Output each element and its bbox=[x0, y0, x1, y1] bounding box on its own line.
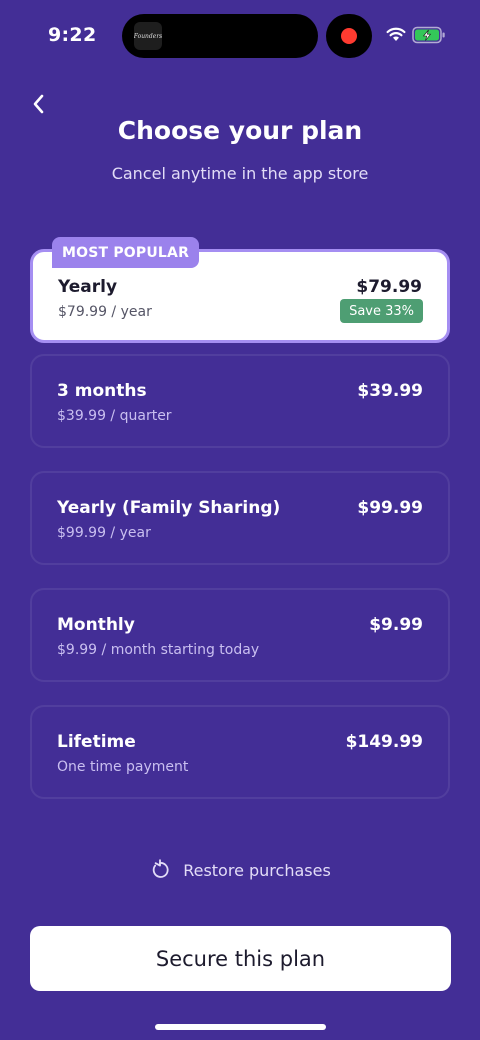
battery-charging-icon bbox=[412, 26, 445, 44]
plan-name: 3 months bbox=[57, 381, 147, 401]
dynamic-island: Founders bbox=[122, 14, 318, 58]
restore-purchases-label: Restore purchases bbox=[183, 860, 331, 880]
plan-detail: One time payment bbox=[57, 759, 189, 775]
page-subtitle: Cancel anytime in the app store bbox=[111, 164, 369, 183]
status-time: 9:22 bbox=[48, 24, 97, 46]
plan-option-3-months[interactable]: 3 months $39.99 / quarter $39.99 bbox=[30, 354, 450, 448]
plan-name: Yearly bbox=[58, 277, 118, 297]
island-thumbnail: Founders bbox=[134, 22, 162, 50]
plan-name: Yearly (Family Sharing) bbox=[57, 498, 281, 518]
plan-price: $79.99 bbox=[356, 277, 422, 297]
savings-badge: Save 33% bbox=[340, 299, 423, 323]
restore-purchases-button[interactable]: Restore purchases bbox=[0, 856, 480, 884]
home-indicator bbox=[155, 1024, 326, 1030]
plan-price: $39.99 bbox=[357, 381, 423, 401]
wifi-icon bbox=[386, 27, 406, 41]
plan-detail: $9.99 / month starting today bbox=[57, 642, 260, 658]
plan-price: $149.99 bbox=[345, 732, 423, 752]
plan-option-yearly-family[interactable]: Yearly (Family Sharing) $99.99 / year $9… bbox=[30, 471, 450, 565]
status-bar: 9:22 Founders bbox=[0, 0, 480, 72]
plan-detail: $99.99 / year bbox=[57, 525, 151, 541]
restore-icon bbox=[152, 859, 169, 878]
plan-detail: $79.99 / year bbox=[58, 304, 152, 320]
chevron-left-icon bbox=[33, 94, 44, 114]
most-popular-badge: MOST POPULAR bbox=[52, 237, 200, 268]
recording-indicator bbox=[326, 14, 372, 58]
plan-price: $9.99 bbox=[369, 615, 423, 635]
plan-option-monthly[interactable]: Monthly $9.99 / month starting today $9.… bbox=[30, 588, 450, 682]
secure-plan-button[interactable]: Secure this plan bbox=[30, 926, 451, 991]
plan-detail: $39.99 / quarter bbox=[57, 408, 172, 424]
plan-name: Lifetime bbox=[57, 732, 136, 752]
record-dot-icon bbox=[341, 28, 357, 44]
plan-name: Monthly bbox=[57, 615, 135, 635]
plan-option-lifetime[interactable]: Lifetime One time payment $149.99 bbox=[30, 705, 450, 799]
back-button[interactable] bbox=[24, 90, 52, 118]
plan-price: $99.99 bbox=[357, 498, 423, 518]
page-title: Choose your plan bbox=[117, 116, 363, 145]
